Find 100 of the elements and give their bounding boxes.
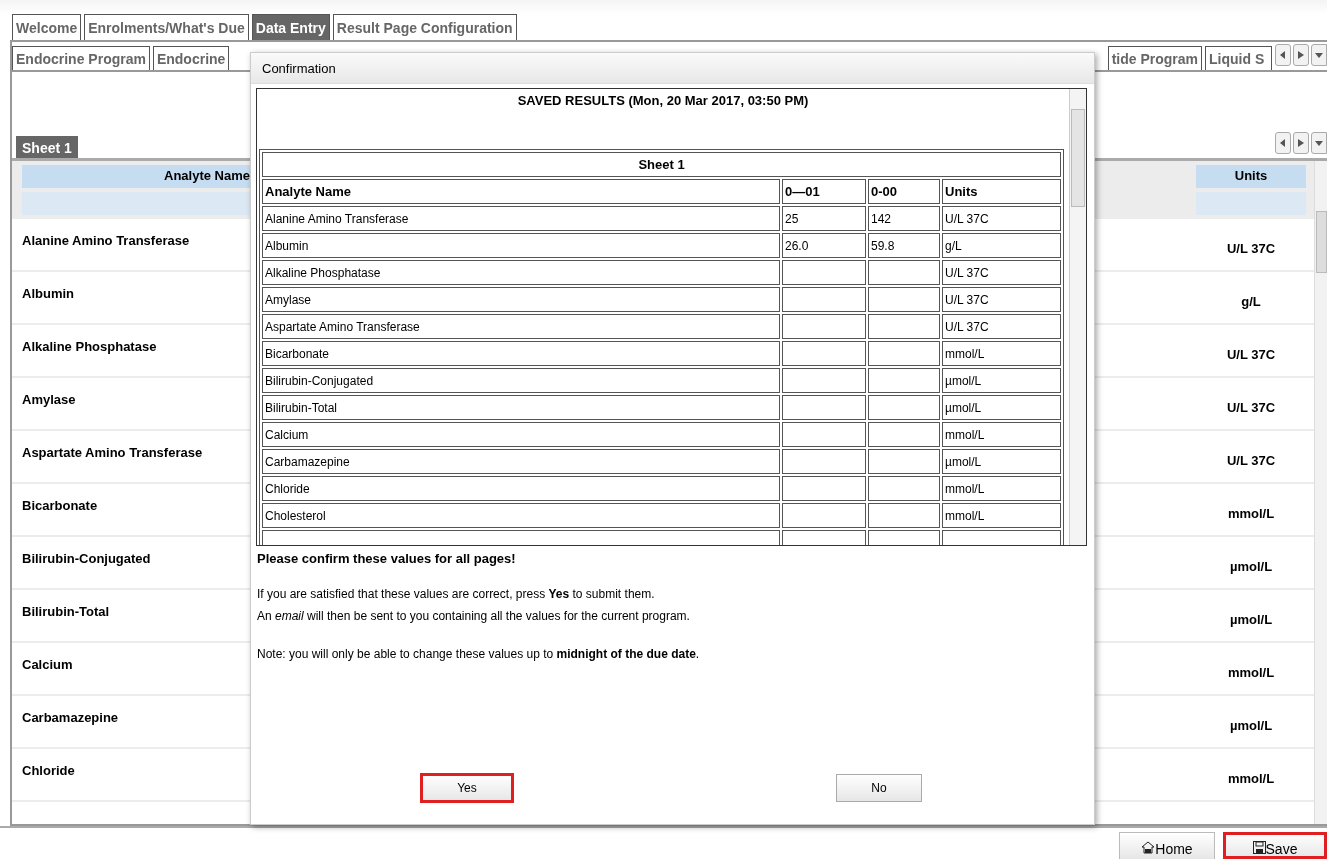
home-button[interactable]: Home [1119,832,1215,859]
no-button[interactable]: No [836,774,922,802]
table-cell [868,314,940,339]
table-cell: µmol/L [942,449,1061,474]
table-cell: Alanine Amino Transferase [262,206,780,231]
caret-right-icon [1298,51,1304,59]
table-cell: mmol/L [942,503,1061,528]
caret-left-icon [1280,139,1286,147]
table-cell-text: Chloride [22,762,76,780]
table-cell-text: Bilirubin-Conjugated [22,550,152,568]
table-cell: Amylase [262,287,780,312]
table-cell: U/L 37C [942,206,1061,231]
table-cell: U/L 37C [942,287,1061,312]
table-cell-text: mmol/L [1226,505,1276,523]
table-cell: Bicarbonate [262,341,780,366]
tab[interactable]: tide Program [1107,46,1202,70]
table-cell: g/L [942,233,1061,258]
table-cell-text: µmol/L [1228,717,1274,735]
table-cell: 59.8 [868,233,940,258]
column-header: Units [942,179,1061,204]
table-cell [868,368,940,393]
table-cell: Carbamazepine [262,449,780,474]
dropdown-button[interactable] [1311,132,1327,154]
table-cell-text: Alkaline Phosphatase [22,338,158,356]
table-cell-text: Bilirubin-Total [22,603,111,621]
sheet-heading: Sheet 1 [262,152,1061,177]
table-cell: Bilirubin-Conjugated [262,368,780,393]
tab[interactable]: Enrolments/What's Due [84,14,249,40]
table-cell-text: Albumin [22,285,75,303]
confirm-message: Please confirm these values for all pages! [257,551,517,566]
table-cell-text: µmol/L [1228,611,1274,629]
message-text: If you are satisfied that these values are correct, press Yes to submit them. [257,586,656,602]
table-cell [868,503,940,528]
scrollbar[interactable] [1314,161,1327,824]
column-header: Analyte Name [262,179,780,204]
table-cell: µmol/L [942,368,1061,393]
caret-right-icon [1298,139,1304,147]
yes-button[interactable]: Yes [421,774,513,802]
table-cell-text: µmol/L [1228,558,1274,576]
table-cell-text: mmol/L [1226,770,1276,788]
table-cell-text: Calcium [22,656,74,674]
table-cell-text: Alanine Amino Transferase [22,232,191,250]
house-icon [1141,841,1156,854]
table-cell-text: g/L [1240,293,1262,311]
scroll-left-button[interactable] [1275,44,1291,66]
table-cell-text: mmol/L [1226,664,1276,682]
table-cell: U/L 37C [942,314,1061,339]
tab[interactable]: Data Entry [251,14,330,40]
table-cell: 25 [782,206,866,231]
caret-left-icon [1280,51,1286,59]
table-cell: U/L 37C [942,260,1061,285]
table-cell: Aspartate Amino Transferase [262,314,780,339]
caret-down-icon [1315,140,1323,146]
table-cell: 142 [868,206,940,231]
table-cell: mmol/L [942,476,1061,501]
scroll-right-button[interactable] [1293,44,1309,66]
table-cell-text: Aspartate Amino Transferase [22,444,204,462]
tab[interactable]: Liquid S [1205,46,1272,70]
column-header: 0—01 [782,179,866,204]
table-cell [868,449,940,474]
table-cell [868,395,940,420]
tab[interactable]: Endocrine [152,46,230,70]
table-cell-text: Carbamazepine [22,709,120,727]
table-cell [868,260,940,285]
results-heading: SAVED RESULTS (Mon, 20 Mar 2017, 03:50 PM) [516,92,810,110]
table-cell: Bilirubin-Total [262,395,780,420]
message-text: An email will then be sent to you containing all the values for the current program. [257,608,691,624]
table-cell: Alkaline Phosphatase [262,260,780,285]
table-cell: Chloride [262,476,780,501]
table-cell-text: U/L 37C [1225,240,1277,258]
scroll-right-button[interactable] [1293,132,1309,154]
table-cell [868,476,940,501]
table-cell: µmol/L [942,395,1061,420]
save-button[interactable]: Save [1223,832,1327,859]
table-cell: 26.0 [782,233,866,258]
table-cell [868,422,940,447]
table-cell: Albumin [262,233,780,258]
table-cell: mmol/L [942,422,1061,447]
table-cell: mmol/L [942,341,1061,366]
scroll-left-button[interactable] [1275,132,1291,154]
scrollbar[interactable] [1069,89,1086,545]
tab[interactable]: Endocrine Program [12,46,150,70]
table-cell-text: U/L 37C [1225,399,1277,417]
table-cell: Calcium [262,422,780,447]
table-cell [868,341,940,366]
table-cell-text: Bicarbonate [22,497,99,515]
column-header: 0-00 [868,179,940,204]
message-text: Note: you will only be able to change these values up to midnight of the due date. [257,646,701,662]
table-cell-text: U/L 37C [1225,346,1277,364]
sheet-tab[interactable]: Sheet 1 [16,136,78,158]
table-cell-text: U/L 37C [1225,452,1277,470]
table-cell: Cholesterol [262,503,780,528]
table-cell [868,287,940,312]
dialog-title: Confirmation [251,53,1094,84]
caret-down-icon [1315,52,1323,58]
tab[interactable]: Welcome [12,14,82,40]
table-cell-text: Amylase [22,391,77,409]
dropdown-button[interactable] [1311,44,1327,66]
column-header: Units [1196,165,1306,188]
tab[interactable]: Result Page Configuration [332,14,517,40]
